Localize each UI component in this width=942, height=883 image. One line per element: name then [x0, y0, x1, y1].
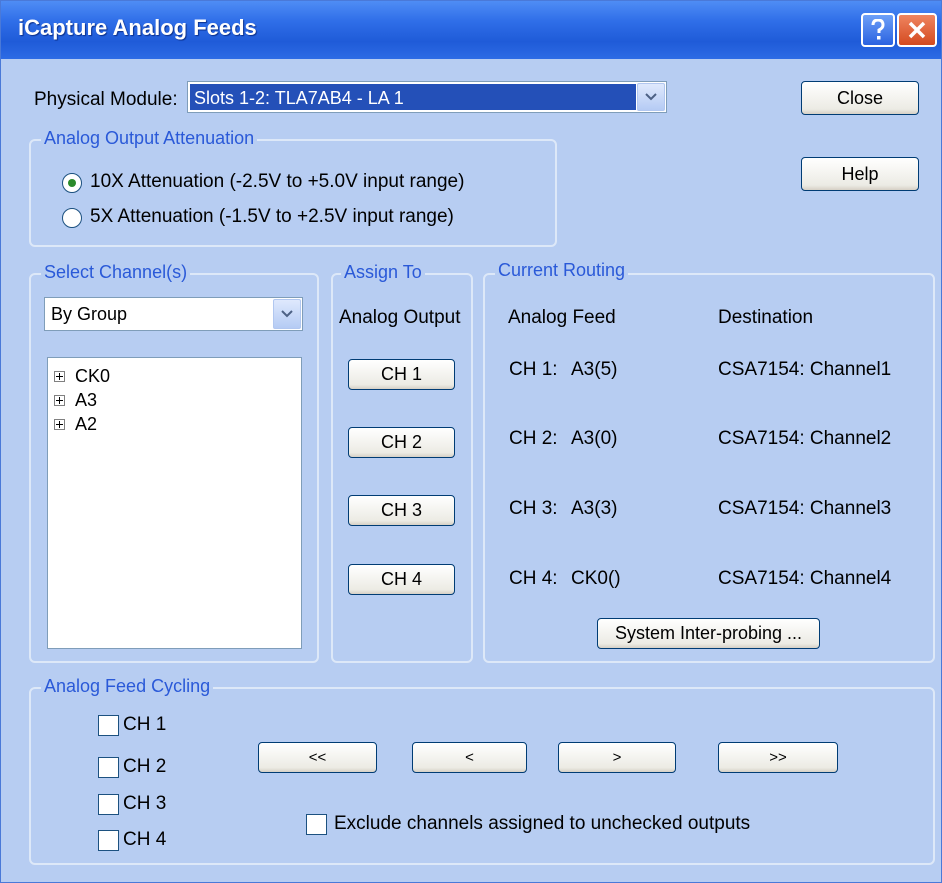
radio-selected-dot: [68, 179, 76, 187]
cycle-first-button[interactable]: <<: [258, 742, 377, 773]
cycle-ch4-checkbox[interactable]: [98, 830, 119, 851]
exclude-unchecked-checkbox[interactable]: [306, 814, 327, 835]
cycle-ch4-label: CH 4: [123, 829, 167, 850]
routing-destination: CSA7154: Channel1: [718, 359, 892, 380]
routing-feed: A3(3): [571, 498, 618, 519]
routing-destination: CSA7154: Channel4: [718, 568, 892, 589]
tree-item-label: A2: [75, 414, 98, 434]
physical-module-value: Slots 1-2: TLA7AB4 - LA 1: [190, 84, 636, 110]
cycle-ch1-checkbox[interactable]: [98, 715, 119, 736]
routing-ch: CH 1:: [509, 359, 558, 380]
close-icon[interactable]: [897, 13, 937, 47]
current-routing-group: [483, 273, 935, 663]
cycle-prev-button[interactable]: <: [412, 742, 527, 773]
assign-ch4-button[interactable]: CH 4: [348, 564, 455, 595]
assign-ch3-button[interactable]: CH 3: [348, 495, 455, 526]
select-channels-title: Select Channel(s): [41, 262, 191, 283]
channel-tree[interactable]: CK0 A3 A2: [47, 357, 302, 649]
assign-to-title: Assign To: [341, 262, 425, 283]
attenuation-5x-radio[interactable]: [62, 208, 82, 228]
cycle-ch2-checkbox[interactable]: [98, 757, 119, 778]
tree-item[interactable]: CK0: [54, 366, 110, 387]
assign-to-group: [331, 273, 473, 663]
current-routing-title: Current Routing: [495, 260, 629, 281]
chevron-down-icon[interactable]: [637, 83, 665, 111]
analog-feeds-dialog: iCapture Analog Feeds Physical Module: S…: [0, 0, 942, 883]
help-button[interactable]: Help: [801, 157, 919, 191]
tree-item[interactable]: A2: [54, 414, 97, 435]
attenuation-10x-radio[interactable]: [62, 173, 82, 193]
routing-ch: CH 3:: [509, 498, 558, 519]
attenuation-title: Analog Output Attenuation: [41, 128, 258, 149]
routing-feed: A3(5): [571, 359, 618, 380]
window-title: iCapture Analog Feeds: [18, 15, 257, 40]
cycle-ch3-checkbox[interactable]: [98, 794, 119, 815]
group-by-select[interactable]: By Group: [44, 297, 303, 331]
tree-item-label: A3: [75, 390, 98, 410]
routing-destination: CSA7154: Channel2: [718, 428, 892, 449]
analog-feed-header: Analog Feed: [508, 307, 616, 328]
routing-ch: CH 4:: [509, 568, 558, 589]
destination-header: Destination: [718, 307, 814, 328]
routing-feed: A3(0): [571, 428, 618, 449]
routing-feed: CK0(): [571, 568, 621, 589]
assign-ch1-button[interactable]: CH 1: [348, 359, 455, 390]
routing-ch: CH 2:: [509, 428, 558, 449]
assign-ch2-button[interactable]: CH 2: [348, 427, 455, 458]
chevron-down-icon[interactable]: [273, 299, 301, 329]
tree-item-label: CK0: [75, 366, 111, 386]
attenuation-5x-label[interactable]: 5X Attenuation (-1.5V to +2.5V input ran…: [90, 206, 454, 228]
routing-destination: CSA7154: Channel3: [718, 498, 892, 519]
cycle-ch1-label: CH 1: [123, 714, 167, 735]
help-icon[interactable]: [861, 13, 895, 47]
feed-cycling-title: Analog Feed Cycling: [41, 676, 214, 697]
analog-output-header: Analog Output: [339, 307, 461, 328]
cycle-ch3-label: CH 3: [123, 793, 167, 814]
system-interprobing-button[interactable]: System Inter-probing ...: [597, 618, 820, 649]
expand-icon[interactable]: [54, 419, 65, 430]
attenuation-10x-label[interactable]: 10X Attenuation (-2.5V to +5.0V input ra…: [90, 171, 464, 193]
attenuation-group: [29, 139, 557, 247]
physical-module-select[interactable]: Slots 1-2: TLA7AB4 - LA 1: [187, 81, 667, 113]
cycle-last-button[interactable]: >>: [718, 742, 838, 773]
physical-module-label: Physical Module:: [34, 89, 178, 110]
cycle-ch2-label: CH 2: [123, 756, 167, 777]
expand-icon[interactable]: [54, 395, 65, 406]
close-button[interactable]: Close: [801, 81, 919, 115]
cycle-next-button[interactable]: >: [558, 742, 676, 773]
group-by-value: By Group: [51, 304, 128, 324]
title-bar[interactable]: iCapture Analog Feeds: [1, 1, 941, 59]
tree-item[interactable]: A3: [54, 390, 97, 411]
exclude-unchecked-label[interactable]: Exclude channels assigned to unchecked o…: [334, 813, 750, 835]
expand-icon[interactable]: [54, 371, 65, 382]
